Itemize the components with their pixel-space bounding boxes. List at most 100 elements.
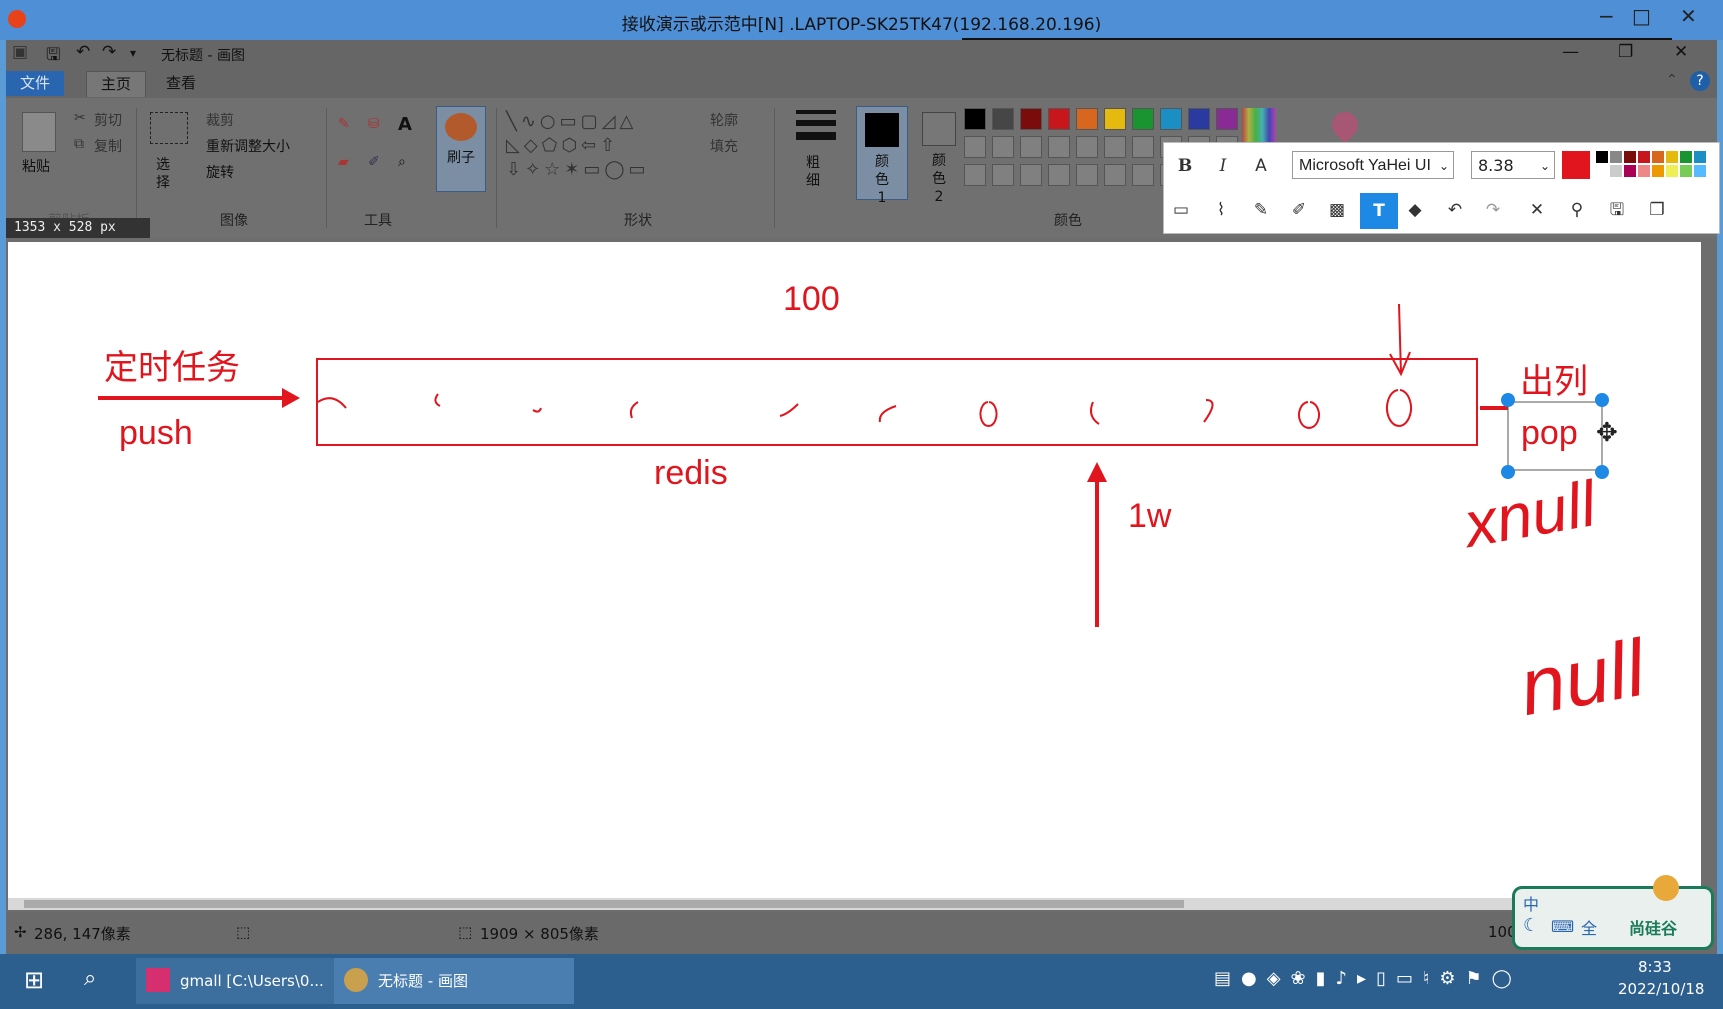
maximize-button[interactable]: □ [1632, 4, 1651, 28]
palette-swatch[interactable] [1048, 136, 1070, 158]
tab-home[interactable]: 主页 [86, 71, 147, 97]
text-tool-icon[interactable]: T [1360, 193, 1398, 229]
mini-palette-swatch[interactable] [1610, 151, 1622, 163]
font-size-select[interactable]: 8.38 ⌄ [1471, 151, 1555, 179]
brush-button[interactable]: 刷子 [436, 106, 486, 192]
mini-palette-swatch[interactable] [1652, 151, 1664, 163]
mini-palette-swatch[interactable] [1624, 151, 1636, 163]
ime-mode[interactable]: 中 [1523, 891, 1539, 915]
paste-button[interactable]: 粘贴 [22, 156, 50, 176]
taskbar-item-paint[interactable]: 无标题 - 画图 [334, 958, 574, 1004]
palette-swatch[interactable] [1048, 108, 1070, 130]
mini-palette-swatch[interactable] [1666, 165, 1678, 177]
palette-swatch[interactable] [964, 136, 986, 158]
search-icon[interactable]: ⌕ [84, 966, 96, 991]
mini-palette-swatch[interactable] [1652, 165, 1664, 177]
paint-minimize-button[interactable]: — [1562, 42, 1579, 62]
keyboard-icon[interactable]: ⌨ [1551, 917, 1574, 936]
palette-swatch[interactable] [1132, 108, 1154, 130]
palette-swatch[interactable] [1104, 108, 1126, 130]
ime-toolbar[interactable]: 中 ☾ ⌨ 全 尚硅谷 [1512, 875, 1714, 950]
close-button[interactable]: ✕ [1680, 4, 1697, 28]
mini-palette-swatch[interactable] [1694, 151, 1706, 163]
palette-swatch[interactable] [1188, 108, 1210, 130]
color2-button[interactable]: 颜色 2 [914, 106, 964, 205]
fill-button[interactable]: 填充 [710, 136, 738, 156]
collapse-ribbon-icon[interactable]: ⌃ [1666, 72, 1678, 88]
polyline-tool-icon[interactable]: ⌇ [1206, 195, 1236, 225]
mini-palette-swatch[interactable] [1610, 165, 1622, 177]
select-icon[interactable] [150, 112, 188, 144]
palette-swatch[interactable] [1020, 108, 1042, 130]
selection-handle[interactable] [1595, 393, 1609, 407]
color-picker-icon[interactable]: ✐ [368, 154, 380, 170]
outline-button[interactable]: 轮廓 [710, 110, 738, 130]
palette-swatch[interactable] [964, 108, 986, 130]
crop-button[interactable]: 裁剪 [206, 110, 234, 130]
palette-swatch[interactable] [1132, 136, 1154, 158]
system-tray-icons[interactable]: ▤●◈❀▮♪▸▯▭♮⚙⚑◯ [1214, 968, 1522, 989]
edit-colors-icon[interactable] [1242, 108, 1276, 142]
shapes-gallery[interactable]: ╲∿○▭▢◿△ ◺◇⬠⬡⇦⇧ ⇩✧☆✶▭◯▭ [506, 110, 686, 182]
palette-swatch[interactable] [992, 164, 1014, 186]
selection-handle[interactable] [1595, 465, 1609, 479]
tab-view[interactable]: 查看 [152, 71, 210, 96]
ime-fullwidth[interactable]: 全 [1581, 915, 1597, 939]
bold-button[interactable]: B [1170, 151, 1200, 181]
palette-swatch[interactable] [1216, 108, 1238, 130]
clock-time[interactable]: 8:33 [1638, 958, 1672, 976]
paint-close-button[interactable]: ✕ [1674, 42, 1688, 62]
text-tool-icon[interactable]: A [398, 114, 412, 135]
save-icon[interactable]: 🖫 [1602, 195, 1632, 225]
rotate-button[interactable]: 旋转 [206, 162, 234, 182]
selection-handle[interactable] [1501, 393, 1515, 407]
palette-swatch[interactable] [1020, 136, 1042, 158]
help-icon[interactable]: ? [1690, 71, 1710, 91]
cut-icon[interactable]: ✂ [74, 110, 86, 126]
copy-button[interactable]: 复制 [94, 136, 122, 156]
outline-text-button[interactable]: A [1246, 151, 1276, 181]
fill-bucket-icon[interactable]: ⛁ [368, 116, 380, 132]
mini-palette-swatch[interactable] [1638, 165, 1650, 177]
mini-palette-swatch[interactable] [1666, 151, 1678, 163]
palette-swatch[interactable] [1076, 136, 1098, 158]
palette-swatch[interactable] [1104, 136, 1126, 158]
copy-icon[interactable]: ❐ [1642, 195, 1672, 225]
palette-swatch[interactable] [1160, 108, 1182, 130]
size-button[interactable]: 粗细 [806, 154, 826, 190]
mini-palette-swatch[interactable] [1596, 165, 1608, 177]
label-pop[interactable]: pop [1521, 414, 1578, 453]
mini-palette-swatch[interactable] [1694, 165, 1706, 177]
magnifier-icon[interactable]: ⌕ [398, 154, 406, 170]
palette-swatch[interactable] [1104, 164, 1126, 186]
palette-swatch[interactable] [1076, 108, 1098, 130]
cancel-icon[interactable]: ✕ [1522, 195, 1552, 225]
palette-swatch[interactable] [1020, 164, 1042, 186]
italic-button[interactable]: I [1208, 151, 1238, 181]
mini-palette-swatch[interactable] [1680, 151, 1692, 163]
color1-button[interactable]: 颜色 1 [856, 106, 908, 206]
redo-icon[interactable]: ↷ [1478, 195, 1508, 225]
current-color-swatch[interactable] [1562, 151, 1590, 179]
mini-palette-swatch[interactable] [1680, 165, 1692, 177]
undo-icon[interactable]: ↶ [76, 42, 90, 62]
redo-icon[interactable]: ↷ [102, 42, 116, 62]
moon-icon[interactable]: ☾ [1523, 915, 1539, 936]
save-icon[interactable]: 🖫 [46, 42, 60, 71]
eraser-icon[interactable]: ▰ [338, 154, 349, 170]
copy-icon[interactable]: ⧉ [74, 136, 84, 152]
scrollbar-thumb[interactable] [24, 900, 1184, 908]
qat-dropdown-icon[interactable]: ▾ [130, 46, 136, 60]
horizontal-scrollbar[interactable] [8, 898, 1701, 910]
tab-file[interactable]: 文件 [6, 71, 65, 96]
windows-start-icon[interactable]: ⊞ [24, 966, 44, 994]
palette-swatch[interactable] [1076, 164, 1098, 186]
clock-date[interactable]: 2022/10/18 [1618, 980, 1704, 998]
paint-app-icon[interactable]: ▣ [12, 42, 28, 62]
cut-button[interactable]: 剪切 [94, 110, 122, 130]
mini-palette-swatch[interactable] [1638, 151, 1650, 163]
eraser-tool-icon[interactable]: ◆ [1400, 195, 1430, 225]
mini-palette-swatch[interactable] [1596, 151, 1608, 163]
undo-icon[interactable]: ↶ [1440, 195, 1470, 225]
palette-swatch[interactable] [964, 164, 986, 186]
